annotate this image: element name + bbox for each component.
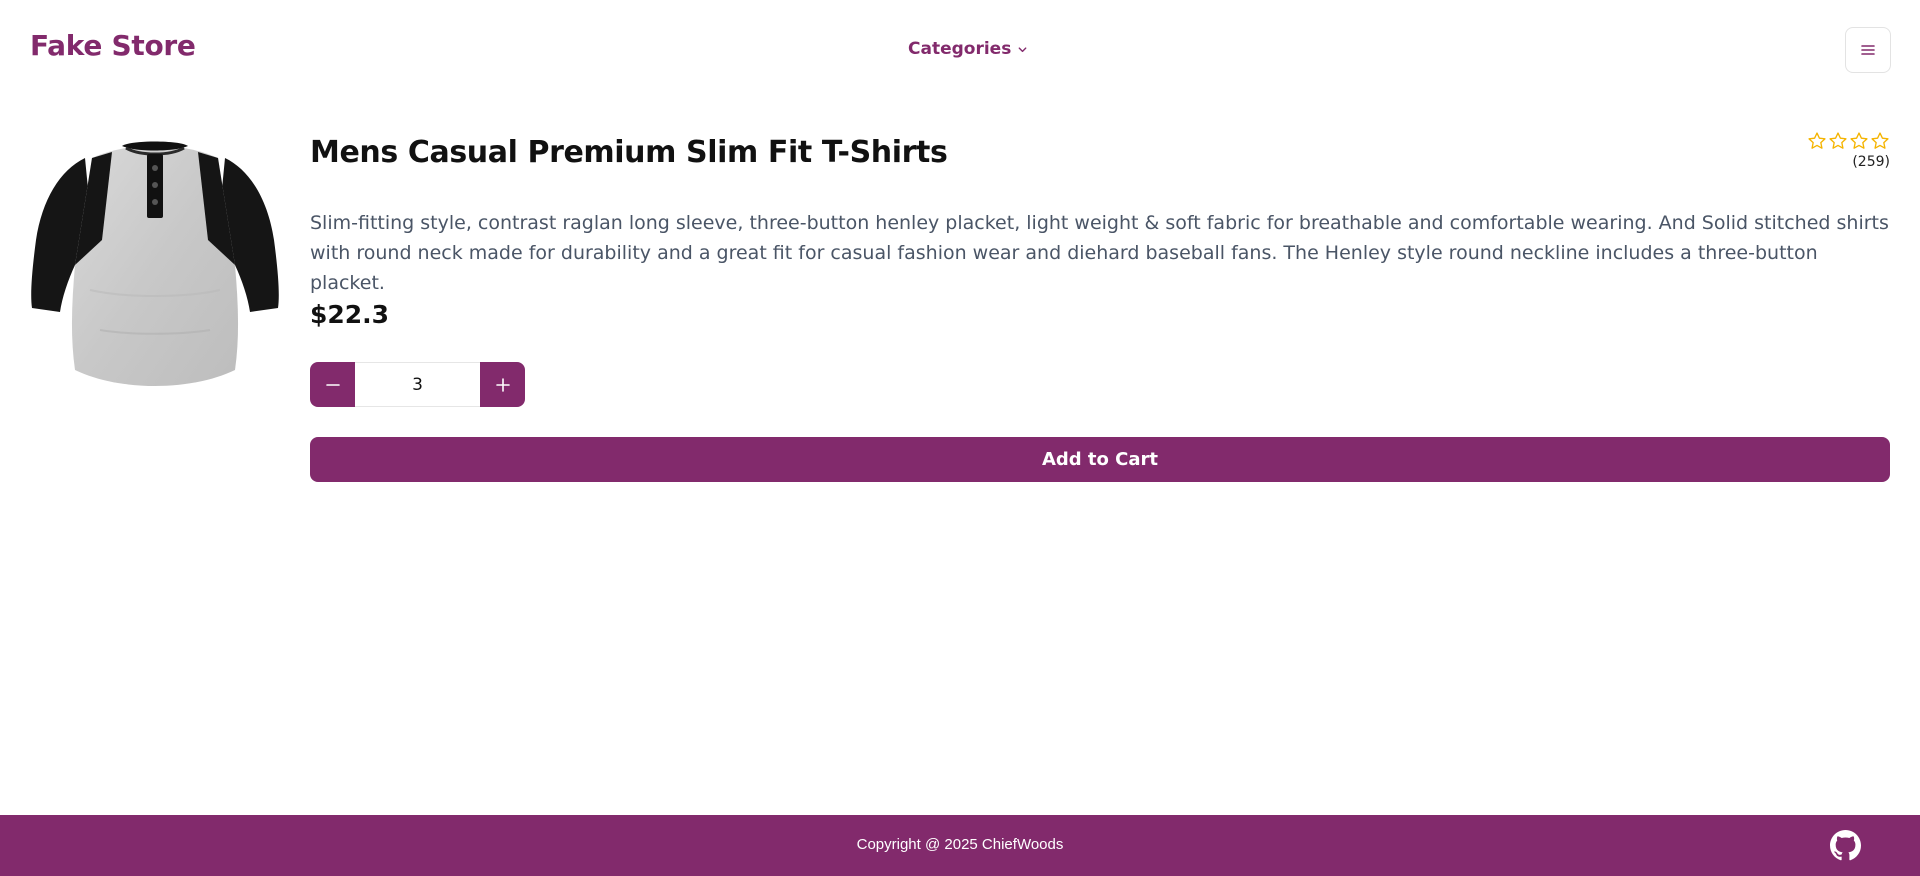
github-icon[interactable]	[1830, 830, 1861, 861]
chevron-down-icon	[1018, 46, 1027, 52]
copyright-text: Copyright @ 2025 ChiefWoods	[856, 836, 1064, 853]
star-icon	[1871, 132, 1889, 149]
decrease-quantity-button[interactable]	[310, 362, 355, 407]
star-icon	[1808, 132, 1826, 149]
rating-stars	[1807, 131, 1890, 151]
hamburger-menu-icon	[1861, 45, 1875, 55]
categories-label: Categories	[908, 39, 1012, 59]
site-header: Fake Store Categories	[0, 0, 1920, 100]
quantity-stepper	[310, 362, 525, 407]
t-shirt-product-image	[31, 141, 279, 386]
product-description: Slim-fitting style, contrast raglan long…	[310, 212, 1889, 294]
rating-count: (259)	[1852, 154, 1890, 170]
quantity-input[interactable]	[355, 362, 480, 407]
categories-dropdown[interactable]: Categories	[908, 39, 1028, 59]
menu-button[interactable]	[1845, 27, 1891, 73]
star-icon	[1829, 132, 1847, 149]
site-footer: Copyright @ 2025 ChiefWoods	[0, 815, 1920, 876]
star-icon	[1850, 132, 1868, 149]
increase-quantity-button[interactable]	[480, 362, 525, 407]
add-to-cart-button[interactable]: Add to Cart	[310, 437, 1890, 482]
plus-icon	[495, 377, 510, 392]
minus-icon	[325, 383, 340, 386]
product-title: Mens Casual Premium Slim Fit T-Shirts	[310, 135, 948, 170]
product-price: $22.3	[310, 300, 390, 329]
brand-logo[interactable]: Fake Store	[30, 29, 196, 62]
product-rating: (259)	[1808, 131, 1890, 170]
